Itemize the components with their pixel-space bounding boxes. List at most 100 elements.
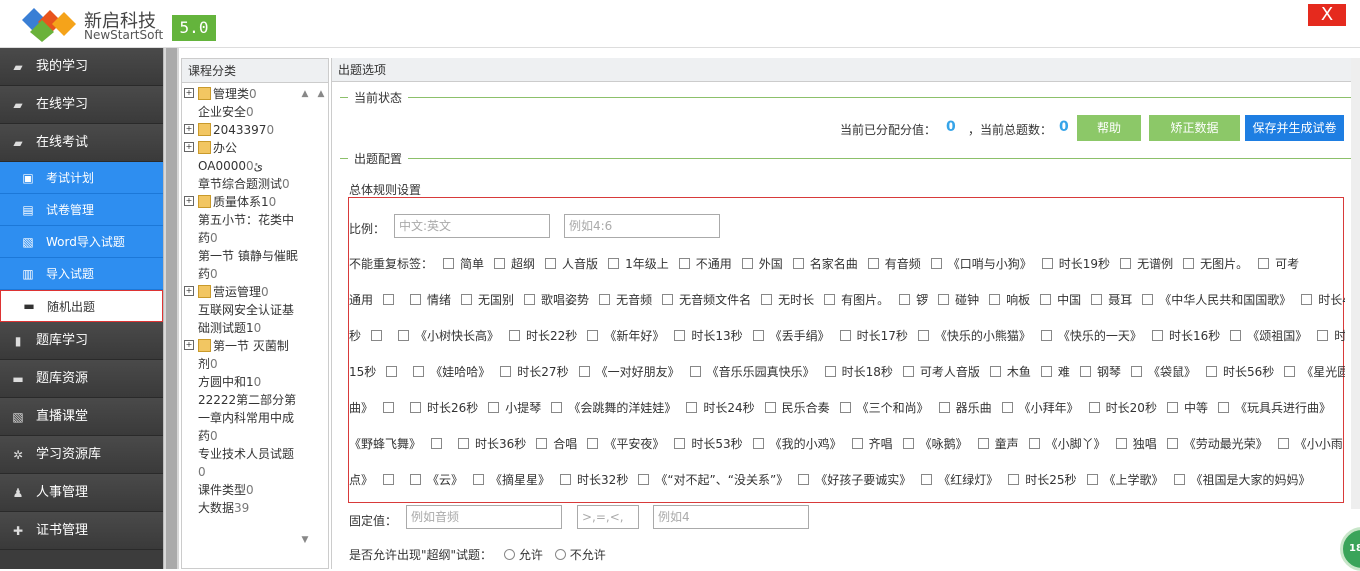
tree-node[interactable]: + 质量体系10	[182, 193, 298, 211]
sidebar-item-online-exam[interactable]: ▰ 在线考试	[0, 124, 163, 162]
tree-node[interactable]: + 第一节 灭菌制剂0	[182, 337, 298, 373]
tag-checkbox[interactable]	[989, 366, 1001, 377]
tag-checkbox[interactable]	[383, 294, 395, 305]
sidebar-item-question-bank-study[interactable]: ▮ 题库学习	[0, 322, 163, 360]
tag-checkbox[interactable]	[461, 294, 473, 305]
fix-data-button[interactable]: 矫正数据	[1149, 115, 1240, 141]
tag-checkbox[interactable]	[1166, 438, 1178, 449]
expand-icon[interactable]: +	[184, 88, 194, 98]
tag-checkbox[interactable]	[578, 366, 590, 377]
tag-checkbox[interactable]	[1091, 294, 1103, 305]
tree-node[interactable]: 方圆中和10	[182, 373, 298, 391]
tree-scrollbar[interactable]: ▲ ▲ ▼	[298, 85, 328, 570]
tag-checkbox[interactable]	[599, 294, 611, 305]
tag-checkbox[interactable]	[1088, 402, 1100, 413]
tag-checkbox[interactable]	[761, 294, 773, 305]
tag-checkbox[interactable]	[824, 294, 836, 305]
tag-checkbox[interactable]	[545, 258, 557, 269]
tag-checkbox[interactable]	[509, 330, 521, 341]
allow-radio[interactable]	[503, 549, 515, 560]
tag-checkbox[interactable]	[398, 330, 410, 341]
tag-checkbox[interactable]	[902, 438, 914, 449]
tree-node[interactable]: OA0000 ئ0	[182, 157, 298, 175]
tag-checkbox[interactable]	[1230, 330, 1242, 341]
expand-icon[interactable]: +	[184, 286, 194, 296]
sidebar-subitem-exam-plan[interactable]: ▣ 考试计划	[0, 162, 163, 194]
tag-checkbox[interactable]	[431, 438, 443, 449]
tag-checkbox[interactable]	[1151, 330, 1163, 341]
close-button[interactable]: X	[1308, 4, 1346, 26]
tag-checkbox[interactable]	[410, 402, 422, 413]
tag-checkbox[interactable]	[1277, 438, 1289, 449]
tag-checkbox[interactable]	[410, 294, 422, 305]
tag-checkbox[interactable]	[1040, 366, 1052, 377]
sidebar-item-hr-management[interactable]: ♟ 人事管理	[0, 474, 163, 512]
tag-checkbox[interactable]	[792, 258, 804, 269]
tag-checkbox[interactable]	[917, 330, 929, 341]
tag-checkbox[interactable]	[560, 474, 572, 485]
tag-checkbox[interactable]	[1001, 402, 1013, 413]
tag-checkbox[interactable]	[689, 366, 701, 377]
tag-checkbox[interactable]	[536, 438, 548, 449]
tag-checkbox[interactable]	[1120, 258, 1132, 269]
tag-checkbox[interactable]	[443, 258, 455, 269]
tag-checkbox[interactable]	[1008, 474, 1020, 485]
tag-checkbox[interactable]	[488, 402, 500, 413]
sidebar-item-question-bank-resources[interactable]: ▬ 题库资源	[0, 360, 163, 398]
help-button[interactable]: 帮助	[1077, 115, 1141, 141]
tag-checkbox[interactable]	[383, 402, 395, 413]
sidebar-subitem-paper-management[interactable]: ▤ 试卷管理	[0, 194, 163, 226]
disallow-radio[interactable]	[554, 549, 566, 560]
tag-checkbox[interactable]	[473, 474, 485, 485]
scroll-up-icon[interactable]: ▲	[314, 89, 328, 99]
tree-node[interactable]: 专业技术人员试题 0	[182, 445, 298, 481]
tag-checkbox[interactable]	[1115, 438, 1127, 449]
tree-node[interactable]: 第一节 镇静与催眠药0	[182, 247, 298, 283]
tag-checkbox[interactable]	[1173, 474, 1185, 485]
tag-checkbox[interactable]	[938, 294, 950, 305]
tree-node[interactable]: 22222第二部分第一章内科常用中成药0	[182, 391, 298, 445]
tree-node[interactable]: 大数据39	[182, 499, 298, 517]
tag-checkbox[interactable]	[1142, 294, 1154, 305]
ratio-cn-input[interactable]: 中文:英文	[394, 214, 550, 238]
save-generate-button[interactable]: 保存并生成试卷	[1245, 115, 1344, 141]
tree-node[interactable]: 课件类型0	[182, 481, 298, 499]
tag-checkbox[interactable]	[824, 366, 836, 377]
sidebar-item-certificate-management[interactable]: ✚ 证书管理	[0, 512, 163, 550]
tag-checkbox[interactable]	[798, 474, 810, 485]
tag-checkbox[interactable]	[764, 402, 776, 413]
sidebar-subitem-import-questions[interactable]: ▥ 导入试题	[0, 258, 163, 290]
tag-checkbox[interactable]	[921, 474, 933, 485]
tag-checkbox[interactable]	[587, 330, 599, 341]
tag-checkbox[interactable]	[638, 474, 650, 485]
tag-checkbox[interactable]	[678, 258, 690, 269]
tag-checkbox[interactable]	[1041, 258, 1053, 269]
fixed-number-input[interactable]: 例如4	[653, 505, 809, 529]
tree-node[interactable]: +20433970	[182, 121, 298, 139]
tag-checkbox[interactable]	[977, 438, 989, 449]
tag-checkbox[interactable]	[1301, 294, 1313, 305]
tag-checkbox[interactable]	[902, 366, 914, 377]
tag-checkbox[interactable]	[752, 330, 764, 341]
tag-checkbox[interactable]	[494, 258, 506, 269]
tag-checkbox[interactable]	[410, 474, 422, 485]
tag-checkbox[interactable]	[500, 366, 512, 377]
tag-checkbox[interactable]	[1079, 366, 1091, 377]
tag-checkbox[interactable]	[1040, 330, 1052, 341]
tag-checkbox[interactable]	[839, 402, 851, 413]
tree-node[interactable]: 第五小节：花类中药0	[182, 211, 298, 247]
comparator-input[interactable]: >,=,<,	[577, 505, 639, 529]
tag-checkbox[interactable]	[741, 258, 753, 269]
tag-checkbox[interactable]	[752, 438, 764, 449]
tree-node[interactable]: 互联网安全认证基础测试题10	[182, 301, 298, 337]
tag-checkbox[interactable]	[674, 330, 686, 341]
tag-checkbox[interactable]	[587, 438, 599, 449]
sidebar-subitem-random-questions[interactable]: ▬ 随机出题	[0, 290, 163, 322]
tag-checkbox[interactable]	[899, 294, 911, 305]
sidebar-item-my-study[interactable]: ▰ 我的学习	[0, 48, 163, 86]
tag-checkbox[interactable]	[386, 366, 398, 377]
scroll-down-icon[interactable]: ▼	[298, 535, 312, 545]
tag-checkbox[interactable]	[930, 258, 942, 269]
tag-checkbox[interactable]	[938, 402, 950, 413]
tag-checkbox[interactable]	[839, 330, 851, 341]
